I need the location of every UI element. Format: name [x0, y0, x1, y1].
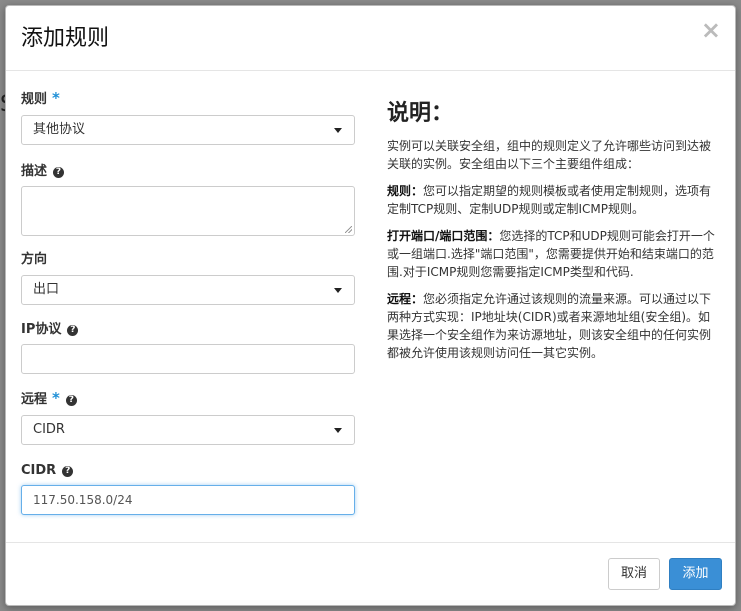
description-port-paragraph: 打开端口/端口范围：您选择的TCP和UDP规则可能会打开一个或一组端口.选择"端… — [387, 227, 719, 281]
add-rule-dialog: 添加规则 × 规则 * 其他协议 描述 ? 方向 出口 IP协议 ? 远程 * … — [5, 5, 736, 606]
dialog-body: 规则 * 其他协议 描述 ? 方向 出口 IP协议 ? 远程 * ? CIDR … — [6, 71, 735, 544]
help-icon[interactable]: ? — [53, 166, 65, 178]
ip-protocol-label: IP协议 — [21, 322, 62, 337]
description-label: 描述 — [21, 164, 48, 179]
remote-field: 远程 * ? CIDR — [21, 389, 357, 445]
ip-protocol-field: IP协议 ? — [21, 321, 357, 374]
dialog-footer: 取消 添加 — [6, 542, 735, 605]
rule-select[interactable]: 其他协议 — [21, 115, 355, 145]
remote-text: 您必须指定允许通过该规则的流量来源。可以通过以下两种方式实现：IP地址块(CID… — [387, 292, 712, 360]
cidr-input[interactable]: 117.50.158.0/24 — [21, 485, 355, 515]
cidr-input-value: 117.50.158.0/24 — [33, 493, 133, 507]
description-title: 说明： — [387, 101, 454, 126]
add-button[interactable]: 添加 — [669, 558, 722, 590]
direction-select-value: 出口 — [33, 282, 60, 297]
cancel-button[interactable]: 取消 — [608, 558, 660, 590]
close-icon[interactable]: × — [701, 18, 721, 42]
help-icon[interactable]: ? — [67, 324, 79, 336]
direction-label: 方向 — [21, 252, 48, 267]
cidr-field: CIDR ? 117.50.158.0/24 — [21, 462, 357, 515]
description-textarea[interactable] — [21, 186, 355, 236]
cidr-label: CIDR — [21, 463, 57, 478]
remote-heading: 远程： — [387, 292, 424, 306]
remote-label: 远程 — [21, 392, 48, 407]
ip-protocol-input[interactable] — [21, 344, 355, 374]
dialog-title: 添加规则 — [21, 26, 110, 51]
help-description-panel: 说明： 实例可以关联安全组，组中的规则定义了允许哪些访问到达被关联的实例。安全组… — [387, 101, 719, 371]
help-icon[interactable]: ? — [65, 394, 77, 406]
caret-down-icon — [334, 288, 342, 293]
resize-handle-icon[interactable] — [345, 226, 352, 233]
rule-field: 规则 * 其他协议 — [21, 89, 357, 145]
help-icon[interactable]: ? — [62, 465, 74, 477]
caret-down-icon — [334, 428, 342, 433]
remote-select[interactable]: CIDR — [21, 415, 355, 445]
caret-down-icon — [334, 128, 342, 133]
description-remote-paragraph: 远程：您必须指定允许通过该规则的流量来源。可以通过以下两种方式实现：IP地址块(… — [387, 290, 719, 362]
rule-text: 您可以指定期望的规则模板或者使用定制规则，选项有定制TCP规则、定制UDP规则或… — [387, 184, 712, 216]
rule-select-value: 其他协议 — [33, 122, 86, 137]
dialog-header: 添加规则 × — [6, 6, 735, 71]
description-intro: 实例可以关联安全组，组中的规则定义了允许哪些访问到达被关联的实例。安全组由以下三… — [387, 139, 712, 171]
direction-select[interactable]: 出口 — [21, 275, 355, 305]
port-heading: 打开端口/端口范围： — [387, 229, 500, 243]
description-rule-paragraph: 规则：您可以指定期望的规则模板或者使用定制规则，选项有定制TCP规则、定制UDP… — [387, 182, 719, 218]
rule-label: 规则 — [21, 92, 48, 107]
required-icon: * — [52, 389, 60, 407]
remote-select-value: CIDR — [33, 422, 65, 437]
description-field: 描述 ? — [21, 163, 357, 236]
rule-heading: 规则： — [387, 184, 424, 198]
required-icon: * — [52, 89, 60, 107]
direction-field: 方向 出口 — [21, 251, 357, 305]
